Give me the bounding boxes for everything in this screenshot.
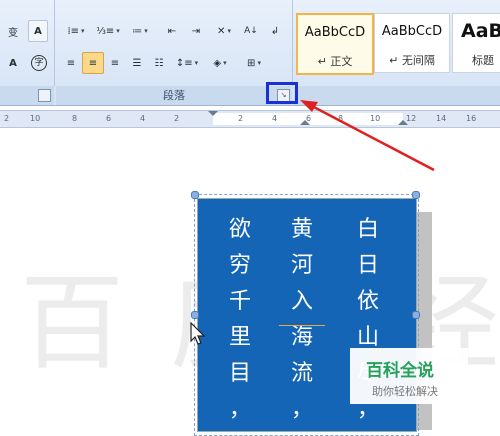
annotation-arrow-icon [300,100,435,172]
